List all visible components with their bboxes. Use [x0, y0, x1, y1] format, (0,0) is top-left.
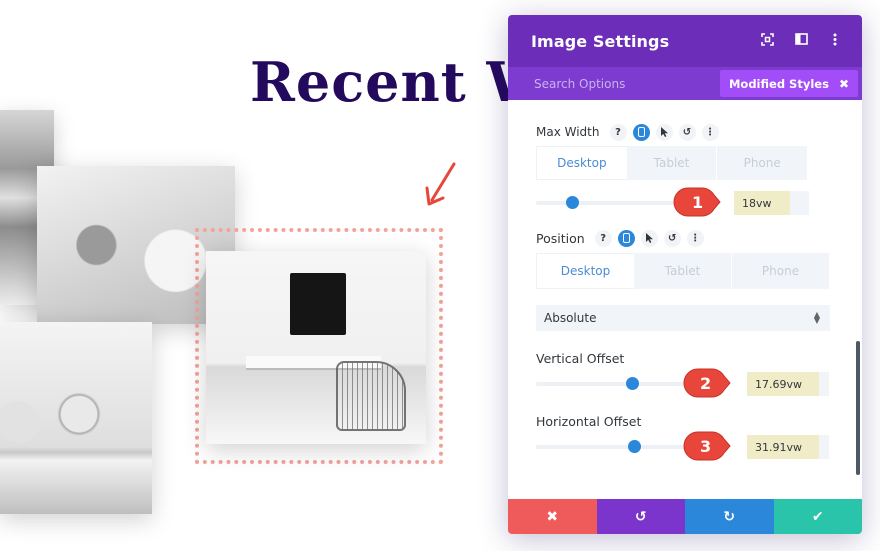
- monitor-shape: [290, 273, 346, 335]
- modified-styles-label: Modified Styles: [728, 76, 829, 91]
- step-badge-1-text: 1: [692, 193, 703, 212]
- chair-shape: [336, 361, 406, 431]
- tab-phone[interactable]: Phone: [732, 253, 830, 289]
- help-icon[interactable]: ?: [609, 123, 627, 141]
- vertical-offset-value-input[interactable]: [747, 372, 819, 396]
- reset-icon[interactable]: ↺: [663, 229, 681, 247]
- horizontal-offset-slider[interactable]: [536, 440, 696, 453]
- max-width-slider[interactable]: [536, 196, 681, 209]
- step-badge-3: 3: [683, 431, 731, 461]
- select-arrows-icon: ▲ ▼: [813, 310, 820, 325]
- image-vase-baseball[interactable]: [0, 322, 152, 514]
- search-options-input[interactable]: [534, 76, 720, 91]
- step-badge-2-text: 2: [700, 374, 711, 393]
- max-width-label: Max Width: [536, 125, 600, 139]
- hover-cursor-icon[interactable]: [640, 229, 658, 247]
- max-width-slider-thumb[interactable]: [566, 196, 580, 209]
- more-options-icon[interactable]: [828, 33, 842, 50]
- step-badge-3-text: 3: [700, 437, 711, 456]
- panel-scrollbar[interactable]: [856, 341, 860, 475]
- panel-body: Max Width ? ↺ ⋮ Desktop Tablet Phone 1 1…: [508, 100, 862, 499]
- max-width-device-tabs: Desktop Tablet Phone: [536, 146, 809, 180]
- step-badge-1: 1: [673, 187, 721, 217]
- redo-button[interactable]: ↻: [685, 499, 774, 534]
- hover-cursor-icon[interactable]: [655, 123, 673, 141]
- tab-phone[interactable]: Phone: [717, 146, 809, 180]
- vertical-offset-slider-thumb[interactable]: [626, 377, 639, 390]
- position-select-value: Absolute: [544, 311, 597, 325]
- position-device-tabs: Desktop Tablet Phone: [536, 253, 830, 289]
- annotation-arrow-icon: [425, 162, 456, 206]
- panel-title: Image Settings: [531, 31, 670, 51]
- close-icon[interactable]: ✖: [839, 77, 849, 91]
- reset-icon[interactable]: ↺: [678, 123, 696, 141]
- responsive-toggle-icon[interactable]: [617, 229, 635, 247]
- panel-subbar: Modified Styles ✖: [508, 67, 862, 100]
- tab-desktop[interactable]: Desktop: [536, 146, 627, 180]
- help-icon[interactable]: ?: [594, 229, 612, 247]
- max-width-value-input[interactable]: [734, 191, 790, 215]
- position-label-row: Position ? ↺ ⋮: [536, 228, 834, 248]
- page-heading: Recent W: [250, 50, 549, 114]
- field-more-icon[interactable]: ⋮: [701, 123, 719, 141]
- field-more-icon[interactable]: ⋮: [686, 229, 704, 247]
- fullscreen-icon[interactable]: [760, 32, 774, 50]
- image-desk-workspace[interactable]: [206, 251, 426, 444]
- tab-desktop[interactable]: Desktop: [536, 253, 634, 289]
- vertical-offset-label: Vertical Offset: [536, 351, 625, 366]
- responsive-toggle-icon[interactable]: [632, 123, 650, 141]
- vertical-offset-slider[interactable]: [536, 377, 696, 390]
- split-view-icon[interactable]: [794, 33, 808, 49]
- cancel-button[interactable]: ✖: [508, 499, 597, 534]
- save-button[interactable]: ✔: [773, 499, 862, 534]
- tab-tablet[interactable]: Tablet: [626, 146, 718, 180]
- image-settings-panel: Image Settings Modified Styles ✖: [508, 15, 862, 534]
- horizontal-offset-value-input[interactable]: [747, 435, 819, 459]
- position-label: Position: [536, 230, 585, 246]
- panel-header: Image Settings: [508, 15, 862, 67]
- page-canvas: Recent W Image Settings Search Options M…: [0, 0, 880, 551]
- modified-styles-filter[interactable]: Modified Styles ✖: [719, 70, 858, 97]
- step-badge-2: 2: [683, 368, 731, 398]
- undo-button[interactable]: ↺: [596, 499, 685, 534]
- horizontal-offset-slider-thumb[interactable]: [627, 440, 641, 453]
- horizontal-offset-label: Horizontal Offset: [536, 414, 642, 429]
- tab-tablet[interactable]: Tablet: [634, 253, 732, 289]
- vertical-offset-slider-row: 2: [536, 368, 834, 398]
- position-select[interactable]: Absolute ▲ ▼: [536, 305, 830, 331]
- max-width-slider-row: 1: [536, 187, 834, 217]
- horizontal-offset-slider-row: 3: [536, 431, 834, 461]
- panel-footer: ✖ ↺ ↻ ✔: [508, 499, 862, 534]
- max-width-label-row: Max Width ? ↺ ⋮: [536, 122, 834, 142]
